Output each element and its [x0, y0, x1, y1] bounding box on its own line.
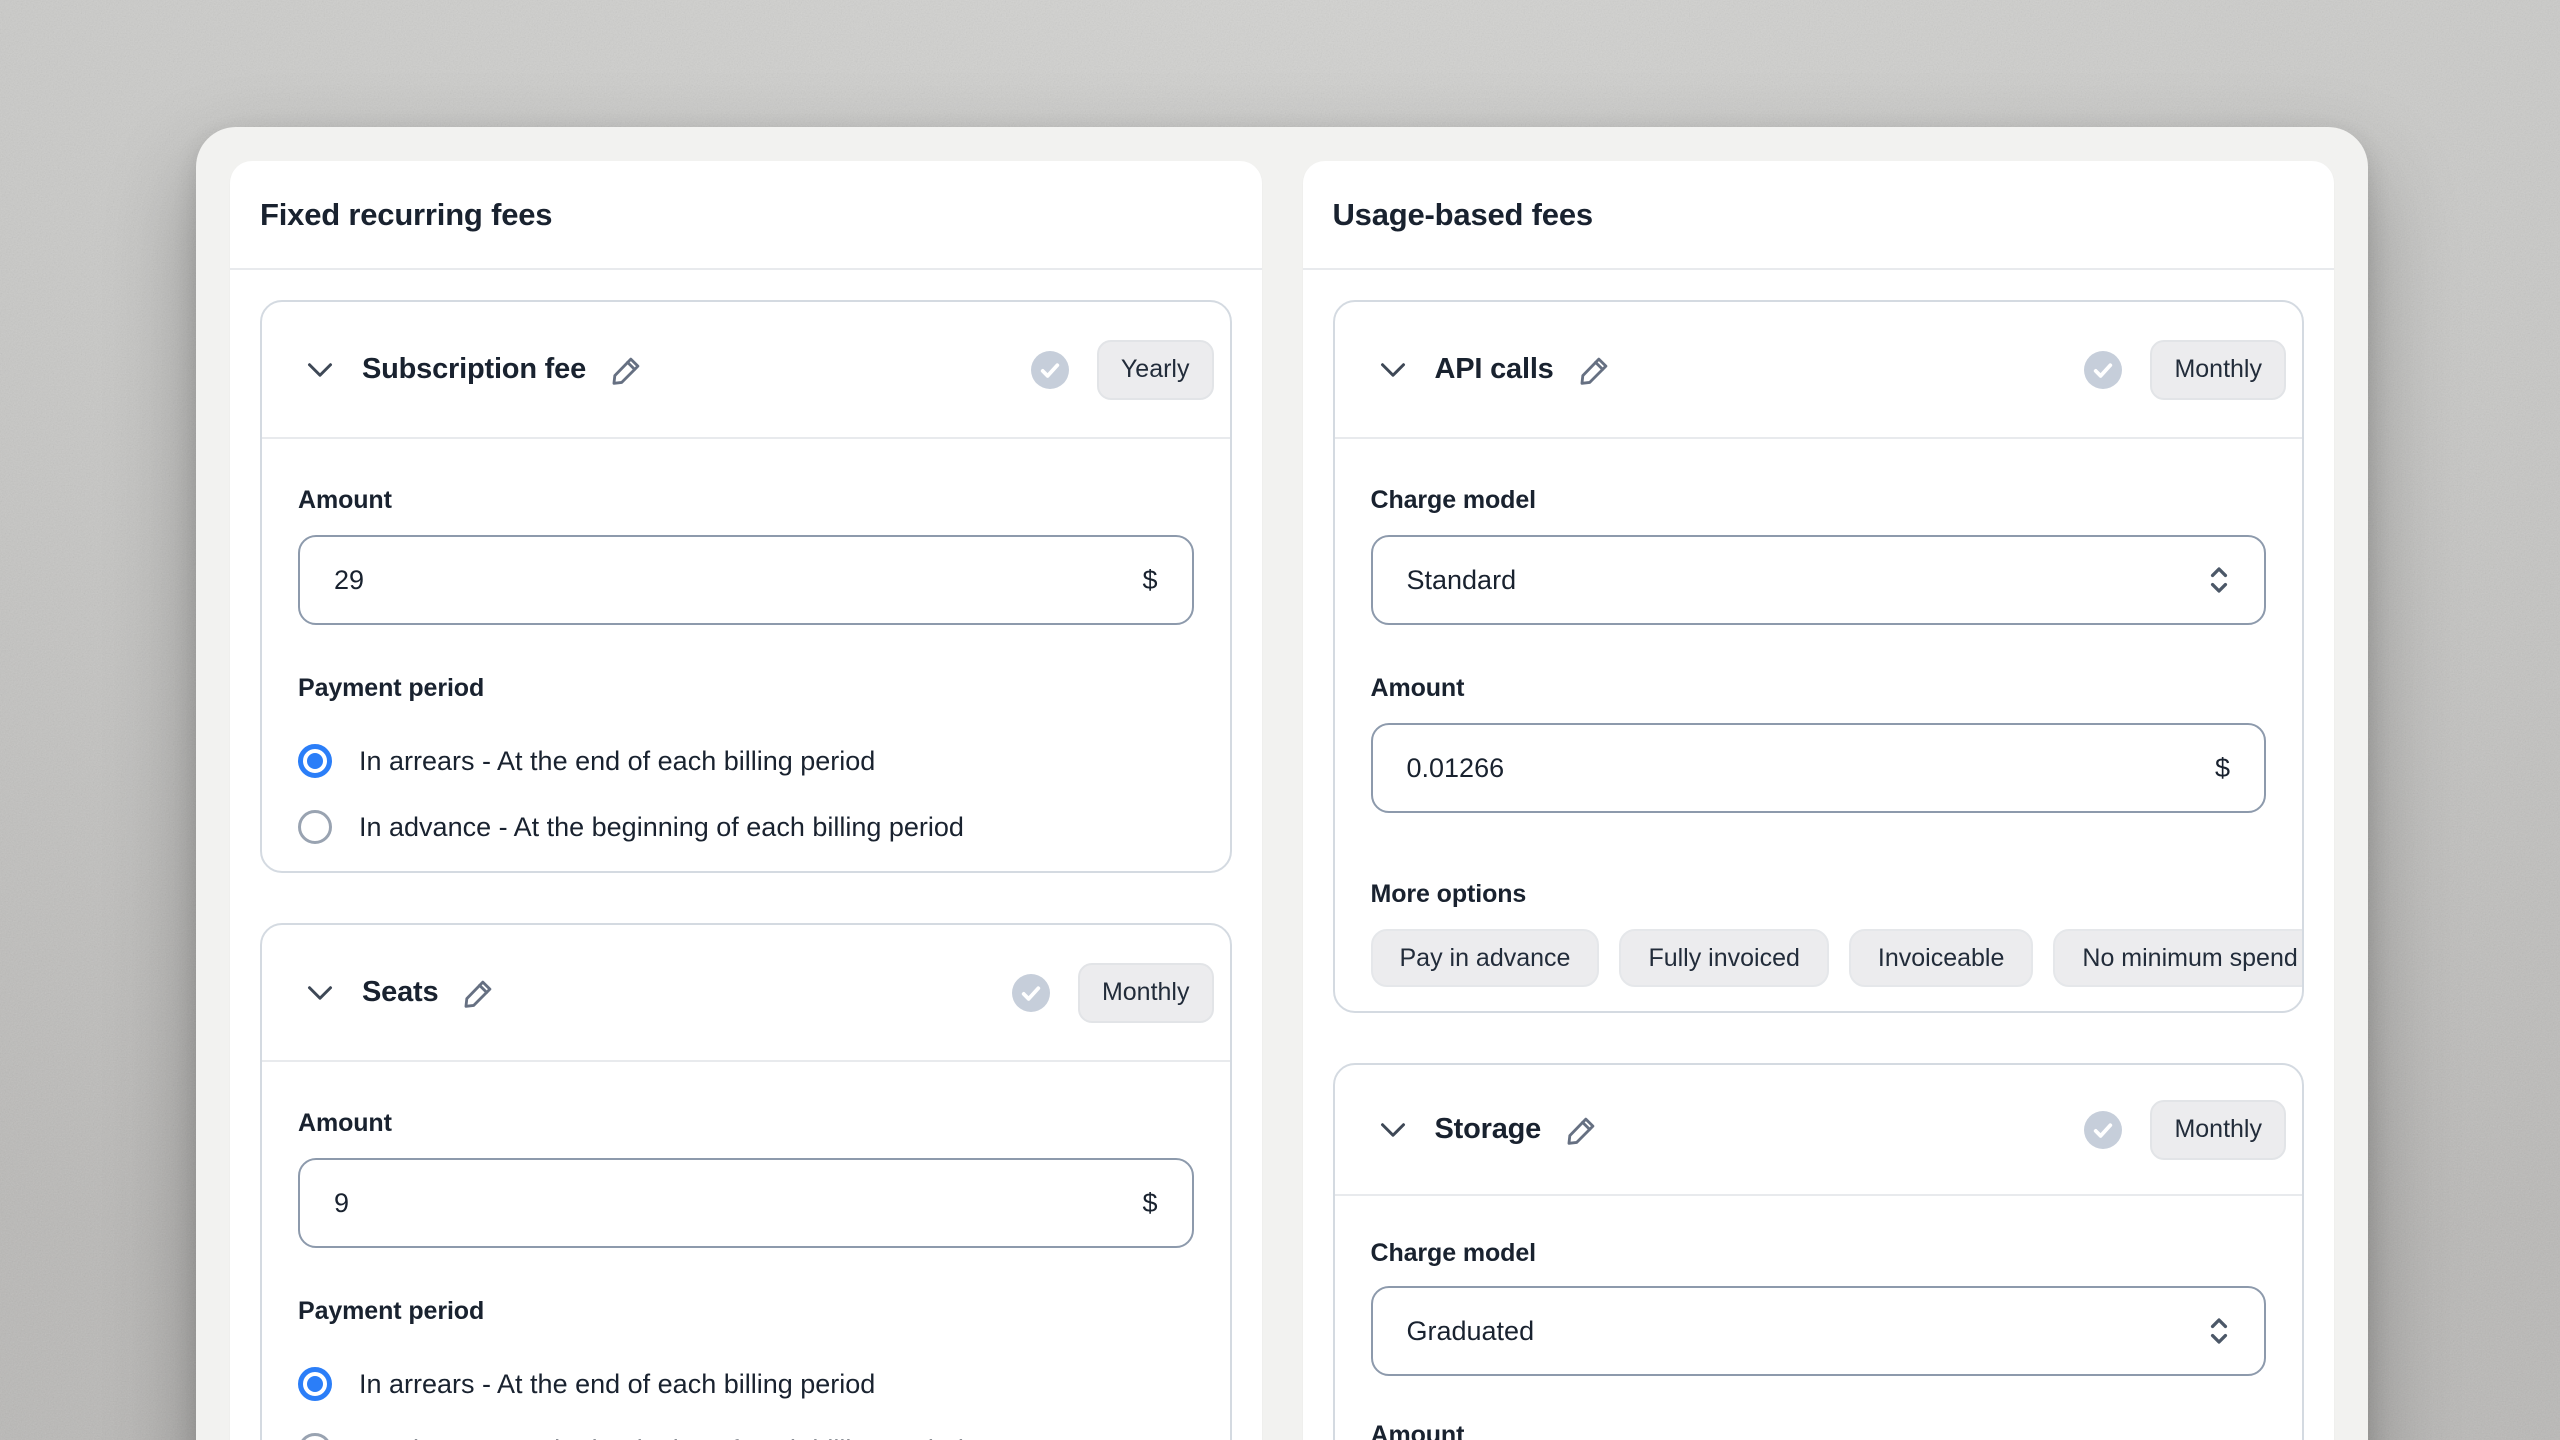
amount-label: Amount — [1371, 1418, 2267, 1440]
charge-model-value: Standard — [1407, 565, 1517, 596]
charge-model-label: Charge model — [1371, 1236, 2267, 1270]
charge-model-label: Charge model — [1371, 483, 2267, 517]
pricing-config-container: Fixed recurring fees Subscription fee — [196, 127, 2368, 1440]
amount-input[interactable] — [1407, 753, 2215, 784]
panel-title: Fixed recurring fees — [260, 197, 552, 233]
edit-fee-button[interactable] — [608, 351, 646, 389]
radio-unselected-icon[interactable] — [298, 810, 332, 844]
panel-header: Usage-based fees — [1303, 161, 2335, 270]
charge-model-select[interactable]: Graduated — [1371, 1286, 2267, 1376]
fee-card-seats: Seats Monthly Amount $ P — [260, 923, 1232, 1440]
pencil-icon — [462, 976, 496, 1010]
collapse-button[interactable] — [298, 348, 342, 392]
fee-card-subscription: Subscription fee Yearly Amount $ — [260, 300, 1232, 873]
radio-option-in-arrears[interactable]: In arrears - At the end of each billing … — [298, 1364, 1194, 1404]
payment-period-label: Payment period — [298, 1294, 1194, 1328]
radio-unselected-icon[interactable] — [298, 1433, 332, 1440]
panel-body: API calls Monthly Charge model Standard — [1303, 270, 2335, 1440]
fee-card-header: API calls Monthly — [1335, 302, 2303, 439]
amount-input-box: $ — [298, 535, 1194, 625]
check-circle-icon — [1012, 974, 1050, 1012]
fee-card-storage: Storage Monthly Charge model Graduated — [1333, 1063, 2305, 1440]
check-circle-icon — [1031, 351, 1069, 389]
fee-card-header: Subscription fee Yearly — [262, 302, 1230, 439]
chip-fully-invoiced[interactable]: Fully invoiced — [1619, 929, 1828, 987]
edit-fee-button[interactable] — [1576, 351, 1614, 389]
edit-fee-button[interactable] — [1563, 1111, 1601, 1149]
status-badge — [2084, 351, 2122, 389]
status-badge — [1031, 351, 1069, 389]
fee-title: Subscription fee — [362, 353, 586, 386]
billing-interval-badge[interactable]: Monthly — [2150, 340, 2286, 400]
more-options-label: More options — [1371, 877, 2267, 911]
chevron-down-icon — [302, 975, 338, 1011]
collapse-button[interactable] — [1371, 348, 1415, 392]
amount-label: Amount — [298, 483, 1194, 517]
check-circle-icon — [2084, 351, 2122, 389]
panel-header: Fixed recurring fees — [230, 161, 1262, 270]
radio-selected-icon[interactable] — [298, 744, 332, 778]
pencil-icon — [1565, 1113, 1599, 1147]
fee-card-body: Amount $ Payment period In arrears - At … — [262, 439, 1230, 871]
chevron-down-icon — [1375, 1112, 1411, 1148]
radio-option-in-arrears[interactable]: In arrears - At the end of each billing … — [298, 741, 1194, 781]
amount-input[interactable] — [334, 565, 1142, 596]
amount-label: Amount — [298, 1106, 1194, 1140]
amount-input[interactable] — [334, 1188, 1142, 1219]
chip-no-minimum-spend[interactable]: No minimum spend — [2053, 929, 2302, 987]
collapse-button[interactable] — [1371, 1108, 1415, 1152]
usage-based-fees-panel: Usage-based fees API calls Mon — [1303, 161, 2335, 1440]
status-badge — [1012, 974, 1050, 1012]
charge-model-value: Graduated — [1407, 1316, 1535, 1347]
edit-fee-button[interactable] — [460, 974, 498, 1012]
billing-interval-badge[interactable]: Monthly — [1078, 963, 1214, 1023]
fee-title: Seats — [362, 976, 438, 1009]
currency-suffix: $ — [1142, 565, 1157, 596]
fee-card-body: Charge model Standard Amount $ More opti… — [1335, 439, 2303, 1011]
currency-suffix: $ — [1142, 1188, 1157, 1219]
panel-title: Usage-based fees — [1333, 197, 1593, 233]
up-down-chevrons-icon — [2204, 1309, 2234, 1353]
payment-period-label: Payment period — [298, 671, 1194, 705]
chip-pay-in-advance[interactable]: Pay in advance — [1371, 929, 1600, 987]
amount-label: Amount — [1371, 671, 2267, 705]
fee-card-body: Charge model Graduated Amount — [1335, 1196, 2303, 1440]
amount-input-box: $ — [298, 1158, 1194, 1248]
up-down-chevrons-icon — [2204, 558, 2234, 602]
fixed-recurring-fees-panel: Fixed recurring fees Subscription fee — [230, 161, 1262, 1440]
fee-card-api-calls: API calls Monthly Charge model Standard — [1333, 300, 2305, 1013]
radio-selected-icon[interactable] — [298, 1367, 332, 1401]
collapse-button[interactable] — [298, 971, 342, 1015]
radio-option-in-advance[interactable]: In advance - At the beginning of each bi… — [298, 807, 1194, 847]
billing-interval-badge[interactable]: Monthly — [2150, 1100, 2286, 1160]
fee-card-header: Storage Monthly — [1335, 1065, 2303, 1196]
more-options-chips: Pay in advance Fully invoiced Invoiceabl… — [1371, 929, 2303, 987]
pencil-icon — [610, 353, 644, 387]
billing-interval-badge[interactable]: Yearly — [1097, 340, 1214, 400]
chip-invoiceable[interactable]: Invoiceable — [1849, 929, 2033, 987]
check-circle-icon — [2084, 1111, 2122, 1149]
radio-option-in-advance[interactable]: In advance - At the beginning of each bi… — [298, 1430, 1194, 1440]
fee-title: API calls — [1435, 353, 1554, 386]
currency-suffix: $ — [2215, 753, 2230, 784]
pencil-icon — [1578, 353, 1612, 387]
charge-model-select[interactable]: Standard — [1371, 535, 2267, 625]
chevron-down-icon — [1375, 352, 1411, 388]
chevron-down-icon — [302, 352, 338, 388]
fee-card-body: Amount $ Payment period In arrears - At … — [262, 1062, 1230, 1440]
status-badge — [2084, 1111, 2122, 1149]
fee-card-header: Seats Monthly — [262, 925, 1230, 1062]
amount-input-box: $ — [1371, 723, 2267, 813]
fee-title: Storage — [1435, 1113, 1542, 1146]
panel-body: Subscription fee Yearly Amount $ — [230, 270, 1262, 1440]
